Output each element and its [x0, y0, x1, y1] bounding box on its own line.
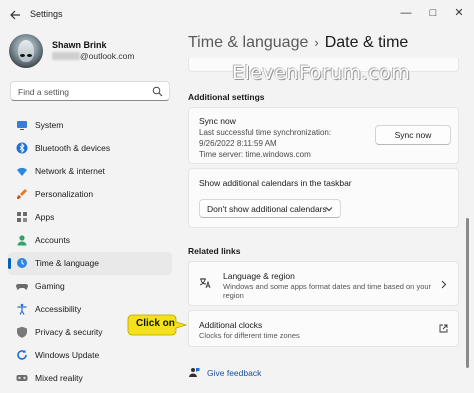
accessibility-icon [17, 303, 27, 315]
callout-text: Click on [136, 318, 175, 329]
close-button[interactable]: ✕ [449, 5, 469, 21]
user-email: @outlook.com [80, 51, 135, 61]
sidebar-item-label: System [35, 120, 64, 130]
person-icon [17, 235, 27, 246]
sidebar-item-windows-update[interactable]: Windows Update [8, 344, 172, 367]
sidebar-item-label: Gaming [35, 281, 65, 291]
avatar-eye [20, 54, 25, 57]
sidebar-item-label: Privacy & security [35, 327, 103, 337]
calendars-title: Show additional calendars in the taskbar [199, 178, 352, 188]
search-icon[interactable] [152, 86, 163, 97]
time-server: Time server: time.windows.com [199, 150, 311, 159]
chevron-down-icon [325, 207, 333, 212]
additional-calendars-card: Show additional calendars in the taskbar… [188, 168, 459, 228]
email-redaction [52, 52, 80, 60]
calendars-dropdown-value: Don't show additional calendars [207, 204, 327, 214]
shield-icon [17, 326, 27, 338]
language-region-desc: Windows and some apps format dates and t… [223, 282, 432, 291]
bluetooth-icon [16, 142, 28, 154]
language-region-title: Language & region [223, 271, 295, 281]
minimize-button[interactable]: — [396, 5, 416, 21]
feedback-icon[interactable] [188, 367, 200, 379]
additional-clocks-title: Additional clocks [199, 320, 263, 330]
sidebar-item-time-language[interactable]: Time & language [8, 252, 172, 275]
sync-title: Sync now [199, 116, 236, 126]
sidebar-item-personalization[interactable]: Personalization [8, 183, 172, 206]
page-title: Date & time [324, 34, 409, 51]
sidebar-item-label: Apps [35, 212, 55, 222]
last-sync-label: Last successful time synchronization: [199, 128, 332, 137]
language-region-link[interactable]: Language & region Windows and some apps … [188, 261, 459, 306]
avatar-eye [27, 54, 32, 57]
globe-clock-icon [17, 258, 27, 268]
sidebar-item-gaming[interactable]: Gaming [8, 275, 172, 298]
chevron-right-icon [441, 280, 447, 289]
breadcrumb-separator: › [314, 35, 319, 50]
scrollbar-thumb[interactable] [466, 218, 469, 368]
sidebar-nav: System Bluetooth & devices Network & int… [8, 114, 172, 390]
watermark: ElevenForum.com [232, 62, 411, 84]
additional-clocks-desc: Clocks for different time zones [199, 331, 300, 340]
sidebar-item-label: Bluetooth & devices [35, 143, 111, 153]
sidebar-item-label: Mixed reality [35, 373, 83, 383]
update-icon [17, 349, 27, 360]
language-icon [199, 278, 211, 289]
headset-icon [16, 375, 28, 381]
sidebar-item-accounts[interactable]: Accounts [8, 229, 172, 252]
calendars-dropdown[interactable]: Don't show additional calendars [199, 199, 341, 218]
monitor-icon [17, 121, 27, 130]
additional-clocks-link[interactable]: Additional clocks Clocks for different t… [188, 310, 459, 347]
sidebar-item-label: Windows Update [35, 350, 100, 360]
app-title: Settings [30, 9, 63, 19]
avatar[interactable] [9, 34, 43, 68]
brush-icon [17, 189, 27, 199]
breadcrumb: Time & language › Date & time [188, 34, 408, 52]
language-region-desc-2: region [223, 291, 244, 300]
sync-now-card: Sync now Last successful time synchroniz… [188, 107, 459, 164]
avatar-face [18, 40, 34, 62]
related-links-heading: Related links [188, 246, 241, 256]
sidebar-item-system[interactable]: System [8, 114, 172, 137]
sync-now-button[interactable]: Sync now [375, 125, 451, 145]
wifi-icon [17, 167, 27, 176]
maximize-button[interactable]: □ [423, 5, 443, 21]
sidebar-item-label: Time & language [35, 258, 99, 268]
controller-icon [16, 284, 28, 290]
additional-settings-heading: Additional settings [188, 92, 265, 102]
sidebar-item-label: Network & internet [35, 166, 105, 176]
sidebar-item-apps[interactable]: Apps [8, 206, 172, 229]
apps-icon [17, 212, 27, 222]
sidebar-item-label: Accessibility [35, 304, 82, 314]
last-sync-value: 9/26/2022 8:11:59 AM [199, 139, 277, 148]
sidebar-item-network[interactable]: Network & internet [8, 160, 172, 183]
search-box[interactable]: Find a setting [10, 81, 170, 101]
back-arrow-icon[interactable] [8, 8, 22, 22]
breadcrumb-parent[interactable]: Time & language [188, 34, 308, 51]
sidebar-item-label: Accounts [35, 235, 70, 245]
sidebar-item-bluetooth[interactable]: Bluetooth & devices [8, 137, 172, 160]
open-external-icon [439, 324, 448, 333]
title-bar: Settings — □ ✕ [0, 0, 474, 30]
user-name: Shawn Brink [52, 40, 107, 50]
search-input[interactable]: Find a setting [18, 87, 69, 97]
sidebar-item-label: Personalization [35, 189, 94, 199]
sidebar-item-mixed-reality[interactable]: Mixed reality [8, 367, 172, 390]
give-feedback-link[interactable]: Give feedback [207, 368, 261, 378]
